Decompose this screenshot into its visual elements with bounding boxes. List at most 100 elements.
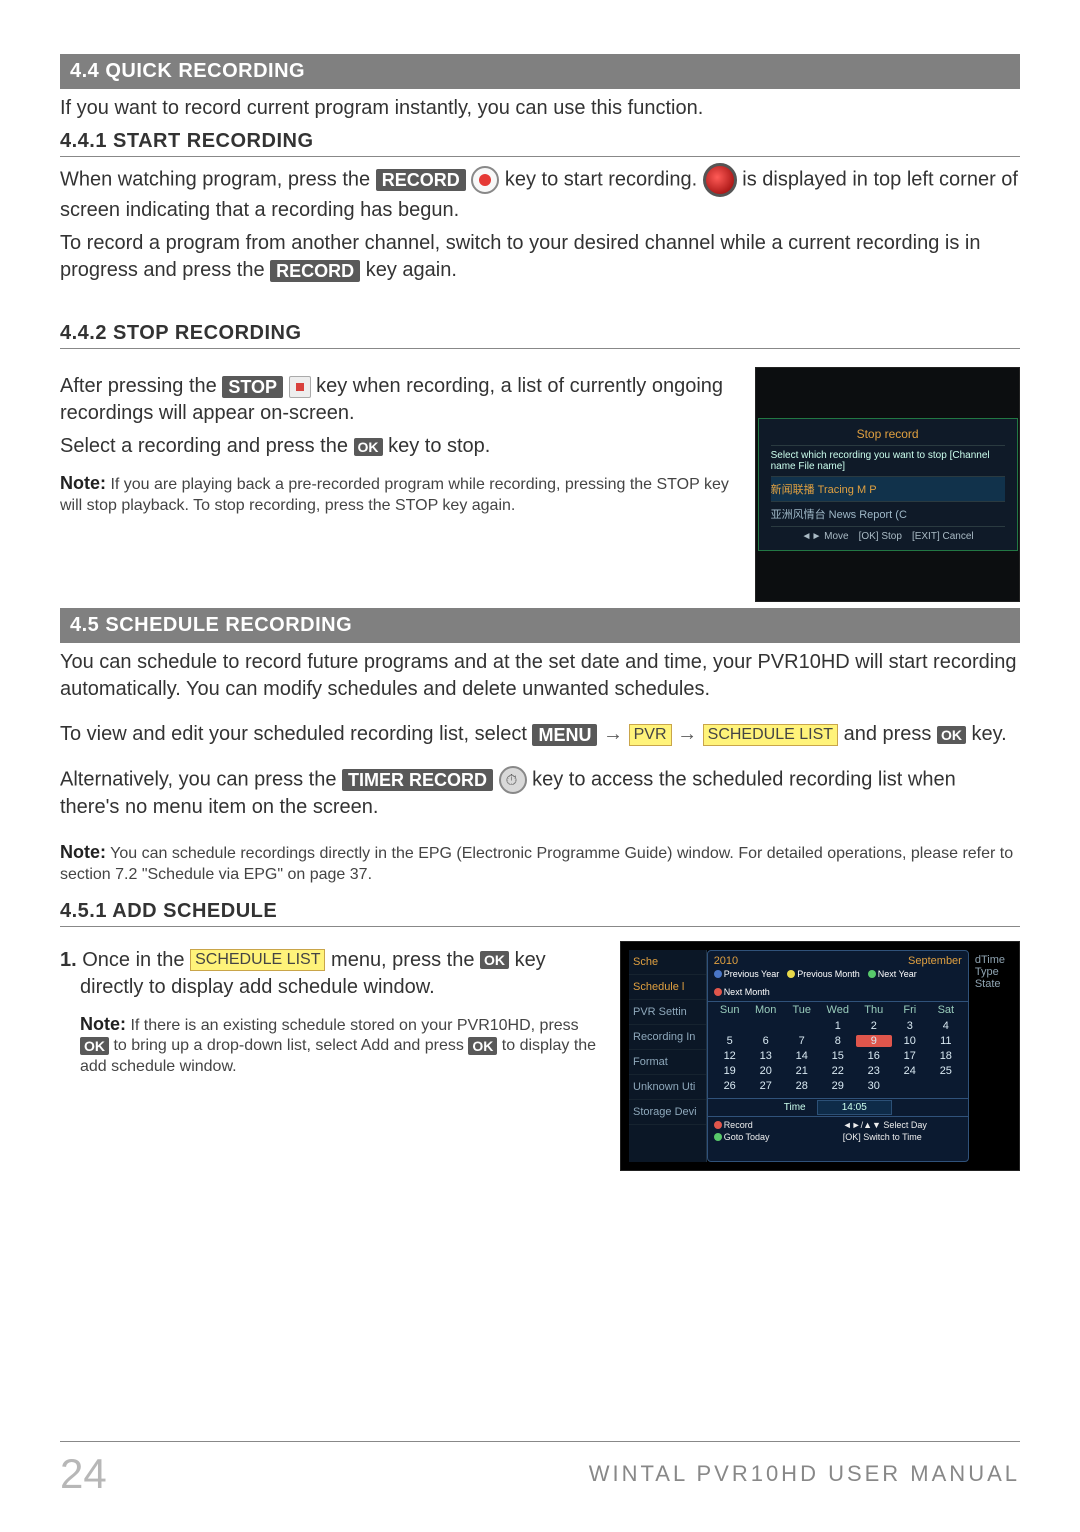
f: ◄►/▲▼ Select Day <box>843 1120 962 1130</box>
sec45-path: To view and edit your scheduled recordin… <box>60 721 1020 748</box>
sidebar-sub: Schedule l <box>629 975 706 1000</box>
ok-key-badge: OK <box>354 438 383 456</box>
cal-date: 7 <box>784 1035 820 1047</box>
cal-sidebar: Sche Schedule l PVR Settin Recording In … <box>629 950 707 1162</box>
t: key again. <box>366 259 457 281</box>
side-item: Storage Devi <box>629 1100 706 1125</box>
t: menu, press the <box>331 949 480 971</box>
cal-day-headers: SunMonTueWedThuFriSat <box>708 1002 968 1018</box>
t: Select a recording and press the <box>60 435 354 457</box>
manual-page: 4.4 QUICK RECORDING If you want to recor… <box>0 0 1080 1532</box>
recording-indicator-icon <box>703 163 737 197</box>
cal-year: 2010 <box>714 955 738 967</box>
cal-date: 11 <box>928 1035 964 1047</box>
footer-title: WINTAL PVR10HD USER MANUAL <box>589 1461 1020 1487</box>
sidebar-title: Sche <box>629 950 706 975</box>
side-item: Recording In <box>629 1025 706 1050</box>
note-text: You can schedule recordings directly in … <box>60 845 1013 883</box>
step-num: 1. <box>60 949 77 971</box>
t: To view and edit your scheduled recordin… <box>60 723 532 745</box>
t: key to start recording. <box>505 168 703 190</box>
sec442-text-col: After pressing the STOP key when recordi… <box>60 367 737 517</box>
record-key-badge: RECORD <box>376 169 466 191</box>
note-label: Note: <box>60 842 106 862</box>
cal-date: 18 <box>928 1050 964 1062</box>
sec451-text-col: 1. Once in the SCHEDULE LIST menu, press… <box>80 941 602 1078</box>
section-4-4-header: 4.4 QUICK RECORDING <box>60 54 1020 89</box>
time-label: Time <box>784 1102 806 1113</box>
stop-record-screenshot: Stop record Select which recording you w… <box>755 367 1020 602</box>
k: Next Year <box>878 969 917 979</box>
cal-date: 29 <box>820 1080 856 1092</box>
cal-day: Mon <box>748 1004 784 1016</box>
cal-date <box>748 1020 784 1032</box>
k: Previous Month <box>797 969 860 979</box>
cal-date <box>892 1080 928 1092</box>
cal-date: 21 <box>784 1065 820 1077</box>
cal-date <box>928 1080 964 1092</box>
cal-date: 3 <box>892 1020 928 1032</box>
k: Next Month <box>724 987 770 997</box>
cal-date <box>712 1020 748 1032</box>
sr-row2: 亚洲风情台 News Report (C <box>771 501 1005 526</box>
t: Alternatively, you can press the <box>60 768 342 790</box>
stop-square-icon <box>289 376 311 398</box>
cal-date: 26 <box>712 1080 748 1092</box>
cal-date: 10 <box>892 1035 928 1047</box>
t: To record a program from another channel… <box>60 232 980 281</box>
cal-day: Sat <box>928 1004 964 1016</box>
cal-date: 28 <box>784 1080 820 1092</box>
cal-footer: Record ◄►/▲▼ Select Day Goto Today [OK] … <box>708 1116 968 1147</box>
f: [OK] Switch to Time <box>843 1132 962 1142</box>
schedule-list-highlight: SCHEDULE LIST <box>703 724 838 746</box>
sec442-body1: After pressing the STOP key when recordi… <box>60 373 737 427</box>
section-4-4-2-header: 4.4.2 STOP RECORDING <box>60 322 1020 349</box>
note-label: Note: <box>60 473 106 493</box>
cal-day: Wed <box>820 1004 856 1016</box>
cal-date: 2 <box>856 1020 892 1032</box>
cal-day: Thu <box>856 1004 892 1016</box>
sec451-note: Note: If there is an existing schedule s… <box>80 1013 602 1078</box>
cal-date: 24 <box>892 1065 928 1077</box>
sr-ok: [OK] Stop <box>859 531 902 542</box>
cal-date: 13 <box>748 1050 784 1062</box>
sec44-intro: If you want to record current program in… <box>60 95 1020 122</box>
cal-date: 27 <box>748 1080 784 1092</box>
cal-date: 16 <box>856 1050 892 1062</box>
f: Record <box>724 1120 753 1130</box>
ok-key-badge: OK <box>80 1037 109 1055</box>
timer-record-badge: TIMER RECORD <box>342 769 493 791</box>
t: to bring up a drop-down list, select Add… <box>113 1037 468 1054</box>
schedule-calendar-screenshot: Sche Schedule l PVR Settin Recording In … <box>620 941 1020 1171</box>
t: When watching program, press the <box>60 168 376 190</box>
ok-key-badge: OK <box>480 951 509 969</box>
note-text: If you are playing back a pre-recorded p… <box>60 476 729 514</box>
cal-date: 8 <box>820 1035 856 1047</box>
ok-key-badge: OK <box>937 726 966 744</box>
record-key-badge-2: RECORD <box>270 260 360 282</box>
section-4-5-header: 4.5 SCHEDULE RECORDING <box>60 608 1020 643</box>
ok-key-badge: OK <box>468 1037 497 1055</box>
sec441-body1: When watching program, press the RECORD … <box>60 163 1020 224</box>
k: Previous Year <box>724 969 780 979</box>
t: Once in the <box>82 949 190 971</box>
f: Goto Today <box>724 1132 770 1142</box>
time-value: 14:05 <box>817 1100 892 1115</box>
cal-date: 5 <box>712 1035 748 1047</box>
cal-date: 15 <box>820 1050 856 1062</box>
cal-date: 19 <box>712 1065 748 1077</box>
cal-date: 22 <box>820 1065 856 1077</box>
menu-key-badge: MENU <box>532 724 597 746</box>
sec442-note: Note: If you are playing back a pre-reco… <box>60 472 737 517</box>
sec441-body2: To record a program from another channel… <box>60 230 1020 284</box>
sr-move: ◄► Move <box>802 531 849 542</box>
cal-date: 20 <box>748 1065 784 1077</box>
cal-date: 30 <box>856 1080 892 1092</box>
note-label: Note: <box>80 1014 126 1034</box>
record-dot-icon <box>471 166 499 194</box>
cal-date: 6 <box>748 1035 784 1047</box>
sec45-note: Note: You can schedule recordings direct… <box>60 841 1020 886</box>
cal-date: 1 <box>820 1020 856 1032</box>
pvr-highlight: PVR <box>629 724 672 746</box>
t: and press <box>844 723 937 745</box>
